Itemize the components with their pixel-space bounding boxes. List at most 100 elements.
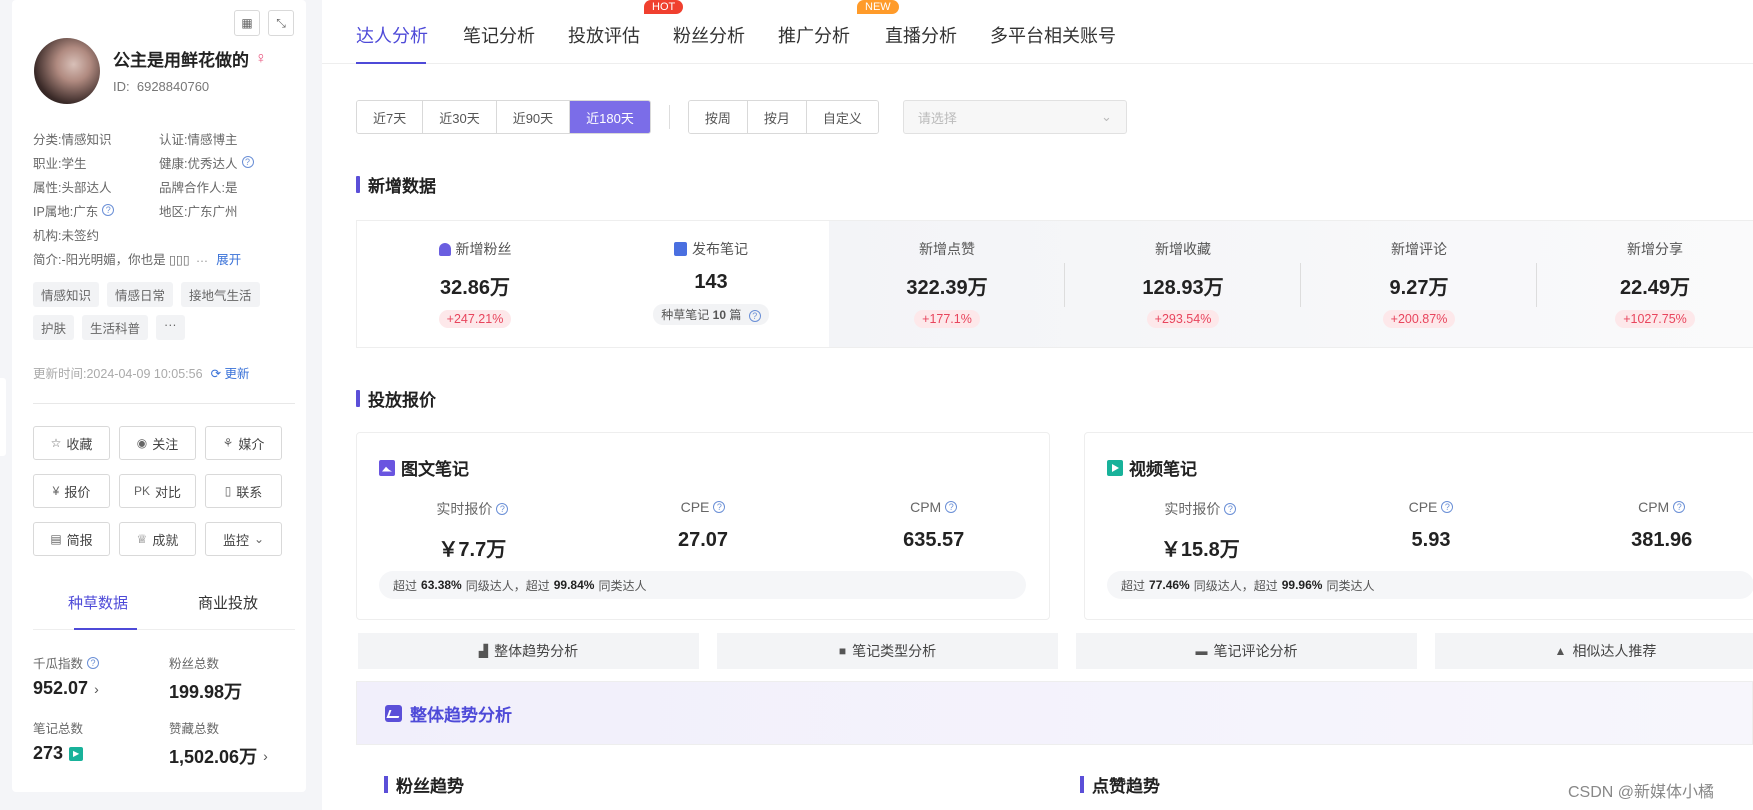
tab-similar-influencers[interactable]: ▲ 相似达人推荐	[1435, 633, 1753, 669]
metric-published-notes: 发布笔记 143 种草笔记 10 篇 ?	[593, 221, 829, 347]
compare-button[interactable]: PK 对比	[119, 474, 196, 508]
top-tabs: 达人分析 笔记分析 投放评估 HOT 粉丝分析 推广分析 NEW 直播分析 多平…	[322, 0, 1753, 64]
video-icon[interactable]: ▶	[69, 746, 84, 761]
tab-promotion-analysis[interactable]: 推广分析	[778, 22, 850, 48]
tab-commercial[interactable]: 商业投放	[163, 588, 293, 629]
grid-icon[interactable]: ▦	[234, 10, 260, 36]
tab-multi-platform[interactable]: 多平台相关账号	[990, 22, 1116, 48]
metric-change: +200.87%	[1382, 310, 1456, 328]
range-30-days[interactable]: 近30天	[423, 101, 497, 133]
tab-note-analysis[interactable]: 笔记分析	[463, 22, 535, 48]
help-icon[interactable]: ?	[713, 501, 726, 513]
metric-change: +1027.75%	[1615, 310, 1695, 328]
help-icon[interactable]: ?	[1673, 501, 1686, 513]
metric-value: 32.86万	[439, 277, 511, 299]
help-icon[interactable]: ?	[87, 656, 100, 669]
fans-trend-title: 粉丝趋势	[384, 772, 464, 797]
stat-value: 199.98万	[169, 682, 243, 702]
foot-text: 同级达人，超过	[465, 578, 550, 593]
pk-icon: PK	[133, 484, 150, 498]
update-info: 更新时间:2024-04-09 10:05:56 ⟳ 更新	[33, 363, 250, 382]
pricing-footnote: 超过 77.46% 同级达人，超过 99.96% 同类达人	[1107, 571, 1753, 599]
info-label: 地区:	[159, 204, 188, 219]
update-button[interactable]: ⟳ 更新	[211, 363, 250, 382]
metric-group: 新增点赞 322.39万 +177.1% 新增收藏 128.93万 +293.5…	[829, 221, 1753, 347]
price-label: CPE	[680, 499, 710, 515]
achievement-button[interactable]: ♕ 成就	[119, 522, 196, 556]
help-icon[interactable]: ?	[945, 501, 958, 513]
chevron-right-icon[interactable]: ›	[94, 681, 99, 697]
price-label: CPE	[1408, 499, 1438, 515]
info-label: 属性:	[33, 180, 62, 195]
range-180-days[interactable]: 近180天	[570, 101, 650, 133]
more-tags-button[interactable]: ···	[156, 315, 185, 340]
help-icon[interactable]: ?	[102, 204, 115, 216]
pricing-footnote: 超过 63.38% 同级达人，超过 99.84% 同类达人	[379, 571, 1026, 599]
by-month[interactable]: 按月	[747, 101, 807, 133]
profile-info: 分类: 情感知识 认证: 情感博主 职业: 学生 健康: 优秀达人? 属性: 头部达人 品…	[33, 126, 303, 270]
card-title: 视频笔记	[1129, 460, 1197, 479]
chevron-down-icon: ⌄	[1101, 109, 1112, 124]
note-icon	[674, 242, 687, 256]
range-7-days[interactable]: 近7天	[357, 101, 424, 133]
tab-note-type[interactable]: ■ 笔记类型分析	[717, 633, 1058, 669]
note-count: 10	[712, 308, 726, 322]
help-icon[interactable]: ?	[748, 310, 761, 322]
button-label: 监控	[222, 532, 249, 548]
custom-range[interactable]: 自定义	[806, 101, 878, 133]
metric-new-likes: 新增点赞 322.39万 +177.1%	[829, 221, 1065, 347]
by-week[interactable]: 按周	[688, 101, 748, 133]
help-icon[interactable]: ?	[241, 156, 254, 168]
media-button[interactable]: ⚘ 媒介	[205, 426, 282, 460]
metric-value: 143	[694, 271, 728, 293]
tab-seeding-data[interactable]: 种草数据	[33, 588, 163, 630]
stat-total-notes: 笔记总数 273 ▶	[33, 718, 169, 769]
quote-button[interactable]: ¥ 报价	[33, 474, 110, 508]
price-label: 实时报价	[436, 501, 493, 517]
id-value: 6928840760	[136, 79, 210, 94]
range-selector: 近7天 近30天 近90天 近180天	[356, 100, 651, 134]
date-select[interactable]: 请选择 ⌄	[902, 100, 1127, 134]
sidebar-collapse-handle[interactable]	[0, 378, 6, 456]
foot-value: 77.46%	[1149, 578, 1190, 592]
range-90-days[interactable]: 近90天	[496, 101, 571, 133]
overall-trend-header: 整体趋势分析	[356, 681, 1753, 745]
intro-label: 简介:	[33, 252, 62, 267]
help-icon[interactable]: ?	[496, 503, 509, 515]
monitor-button[interactable]: 监控 ⌄	[205, 522, 282, 556]
contact-button[interactable]: ▯ 联系	[205, 474, 282, 508]
help-icon[interactable]: ?	[1441, 501, 1454, 513]
tab-influencer-analysis[interactable]: 达人分析	[356, 22, 428, 64]
hot-badge: HOT	[644, 0, 684, 14]
nickname: 公主是用鲜花做的 ♀	[113, 46, 267, 71]
ntab-label: 笔记评论分析	[1213, 643, 1298, 659]
tag[interactable]: 生活科普	[82, 315, 149, 340]
update-label-text: 更新	[224, 367, 250, 381]
main-content: 达人分析 笔记分析 投放评估 HOT 粉丝分析 推广分析 NEW 直播分析 多平…	[322, 0, 1753, 810]
brief-button[interactable]: ▤ 简报	[33, 522, 110, 556]
update-time: 2024-04-09 10:05:56	[86, 367, 203, 381]
expand-link[interactable]: 展开	[216, 249, 241, 268]
collapse-icon[interactable]: ⤡	[268, 10, 294, 36]
chevron-right-icon[interactable]: ›	[263, 748, 268, 764]
foot-value: 63.38%	[421, 578, 462, 592]
tab-live-analysis[interactable]: 直播分析	[885, 22, 957, 48]
follow-button[interactable]: ◉ 关注	[119, 426, 196, 460]
help-icon[interactable]: ?	[1224, 503, 1237, 515]
tag[interactable]: 情感知识	[33, 282, 100, 307]
favorite-button[interactable]: ☆ 收藏	[33, 426, 110, 460]
tag[interactable]: 情感日常	[107, 282, 174, 307]
tag[interactable]: 接地气生活	[181, 282, 260, 307]
tab-overall-trend[interactable]: ▟ 整体趋势分析	[358, 633, 699, 669]
metric-value: 9.27万	[1389, 277, 1449, 299]
price-value: 381.96	[1631, 529, 1693, 551]
tag[interactable]: 护肤	[33, 315, 75, 340]
tab-note-comments[interactable]: ▬ 笔记评论分析	[1076, 633, 1417, 669]
tab-campaign-eval[interactable]: 投放评估	[568, 22, 640, 48]
yuan-icon: ¥	[52, 484, 60, 498]
metric-label: 新增粉丝	[455, 241, 512, 257]
foot-value: 99.84%	[553, 578, 595, 592]
section-title-pricing: 投放报价	[356, 386, 436, 411]
tab-fans-analysis[interactable]: 粉丝分析	[673, 22, 745, 48]
watermark: CSDN @新媒体小橘	[1568, 784, 1715, 801]
